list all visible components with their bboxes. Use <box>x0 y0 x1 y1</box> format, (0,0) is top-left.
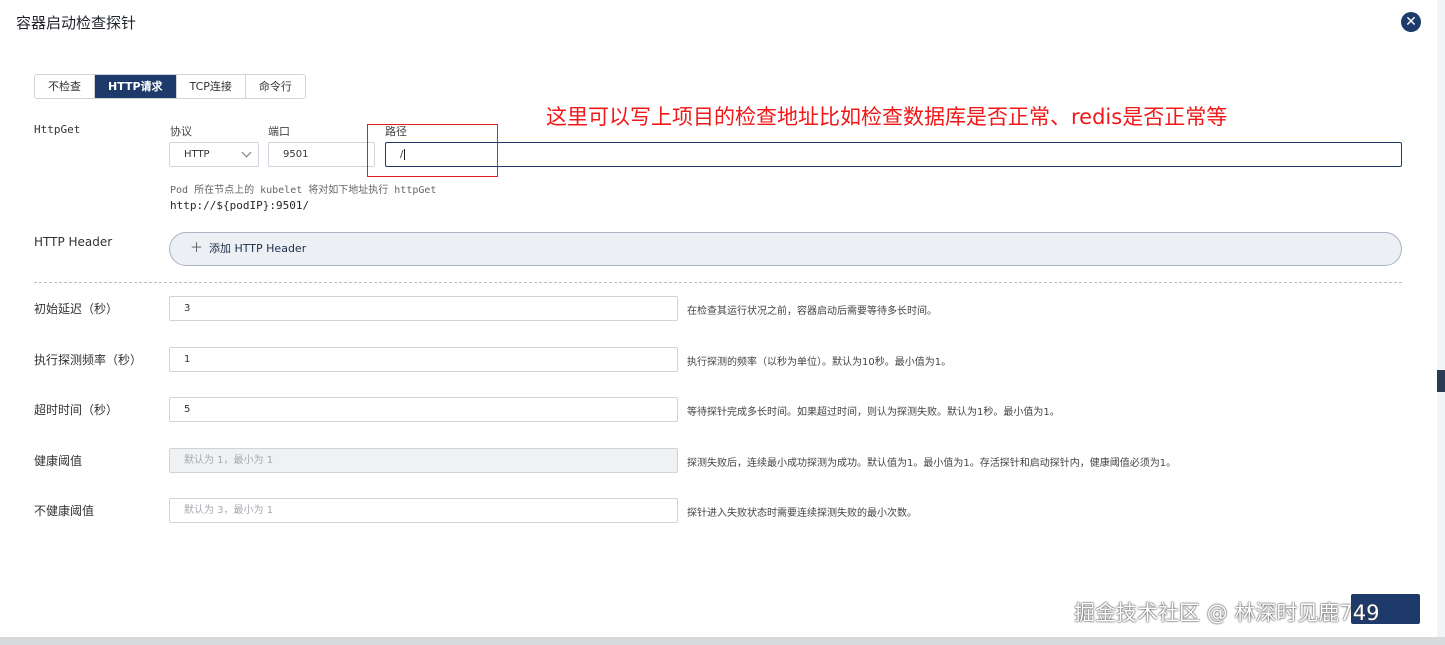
initial-delay-value: 3 <box>184 303 191 314</box>
success-threshold-desc: 探测失败后，连续最小成功探测为成功。默认值为1。最小值为1。存活探针和启动探针内… <box>687 458 1177 469</box>
period-value: 1 <box>184 354 191 365</box>
section-divider <box>34 282 1402 283</box>
add-http-header-button[interactable]: ＋ 添加 HTTP Header <box>169 232 1402 266</box>
success-threshold-placeholder: 默认为 1，最小为 1 <box>184 455 274 466</box>
close-icon[interactable]: ✕ <box>1401 12 1421 32</box>
tab-command[interactable]: 命令行 <box>245 75 305 98</box>
failure-threshold-input[interactable]: 默认为 3，最小为 1 <box>169 498 678 523</box>
period-desc: 执行探测的频率（以秒为单位）。默认为10秒。最小值为1。 <box>687 357 952 368</box>
protocol-value: HTTP <box>184 149 210 160</box>
initial-delay-label: 初始延迟（秒） <box>34 302 119 316</box>
initial-delay-input[interactable]: 3 <box>169 296 678 321</box>
probe-modal: 容器启动检查探针 ✕ 不检查 HTTP请求 TCP连接 命令行 HttpGet … <box>0 0 1437 637</box>
protocol-label: 协议 <box>170 125 192 138</box>
success-threshold-input: 默认为 1，最小为 1 <box>169 448 678 473</box>
timeout-label: 超时时间（秒） <box>34 403 119 417</box>
background-bar <box>1437 370 1445 392</box>
annotation-text: 这里可以写上项目的检查地址比如检查数据库是否正常、redis是否正常等 <box>546 105 1228 129</box>
modal-title: 容器启动检查探针 <box>16 14 137 32</box>
chevron-down-icon <box>241 147 252 158</box>
http-header-label: HTTP Header <box>34 235 113 249</box>
tab-tcp[interactable]: TCP连接 <box>176 75 246 98</box>
add-http-header-label: 添加 HTTP Header <box>209 242 307 255</box>
background-page-edge <box>1437 0 1445 645</box>
probe-type-tabs: 不检查 HTTP请求 TCP连接 命令行 <box>34 74 306 99</box>
failure-threshold-placeholder: 默认为 3，最小为 1 <box>184 505 274 516</box>
plus-icon: ＋ <box>190 241 204 256</box>
timeout-desc: 等待探针完成多长时间。如果超过时间，则认为探测失败。默认为1秒。最小值为1。 <box>687 407 1060 418</box>
protocol-select[interactable]: HTTP <box>169 142 259 167</box>
timeout-value: 5 <box>184 404 191 415</box>
success-threshold-label: 健康阈值 <box>34 454 83 468</box>
httpget-label: HttpGet <box>34 123 81 136</box>
watermark: 掘金技术社区 @ 林深时见鹿749 <box>1074 601 1380 625</box>
timeout-input[interactable]: 5 <box>169 397 678 422</box>
background-page-bottom <box>0 637 1445 645</box>
period-input[interactable]: 1 <box>169 347 678 372</box>
period-label: 执行探测频率（秒） <box>34 353 143 367</box>
failure-threshold-label: 不健康阈值 <box>34 504 95 518</box>
path-input[interactable]: / <box>385 142 1402 167</box>
port-label: 端口 <box>268 125 290 138</box>
annotation-highlight-box <box>367 124 498 177</box>
initial-delay-desc: 在检查其运行状况之前，容器启动后需要等待多长时间。 <box>687 306 937 317</box>
httpget-hint: Pod 所在节点上的 kubelet 将对如下地址执行 httpGet <box>170 185 437 196</box>
failure-threshold-desc: 探针进入失败状态时需要连续探测失败的最小次数。 <box>687 508 917 519</box>
port-input[interactable]: 9501 <box>268 142 375 167</box>
port-value: 9501 <box>283 149 309 160</box>
tab-no-check[interactable]: 不检查 <box>35 75 95 98</box>
tab-http-request[interactable]: HTTP请求 <box>95 75 177 98</box>
httpget-url: http://${podIP}:9501/ <box>170 199 310 212</box>
